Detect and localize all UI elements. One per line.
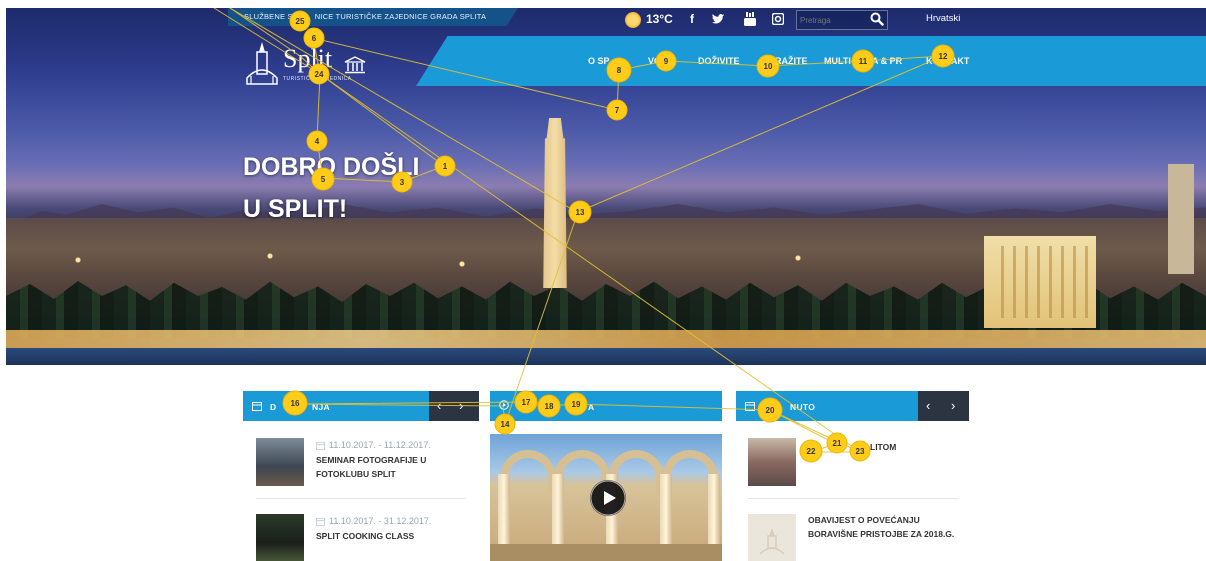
- event-title[interactable]: SEMINAR FOTOGRAFIJE U FOTOKLUBU SPLIT: [316, 453, 446, 481]
- hero-line-2: U SPLIT!: [243, 195, 348, 223]
- divider: [256, 498, 466, 499]
- news-prev-button[interactable]: ‹: [926, 398, 930, 413]
- language-selector[interactable]: Hrvatski: [926, 13, 960, 24]
- calendar-icon: [316, 517, 325, 526]
- palace-building: [984, 236, 1096, 328]
- svg-text:21: 21: [833, 439, 842, 448]
- nav-item-multimedija[interactable]: MULTI: [824, 56, 851, 66]
- news-title-end: NUTO: [790, 402, 816, 412]
- event-thumbnail[interactable]: [256, 438, 304, 486]
- youtube-icon[interactable]: [744, 12, 756, 26]
- nav-item-istrazite[interactable]: RAŽITE: [775, 56, 808, 66]
- news-title[interactable]: OBAVIJEST O POVEĆANJU BORAVIŠNE PRISTOJB…: [808, 513, 958, 541]
- hero-line-1: DOBRO DOŠLI: [243, 153, 420, 181]
- svg-text:23: 23: [856, 447, 865, 456]
- marker-21: 21: [826, 432, 848, 454]
- search-input[interactable]: [800, 12, 860, 28]
- nav-item-dozivite[interactable]: DOŽIVITE: [698, 56, 740, 66]
- events-title-end: NJA: [312, 402, 330, 412]
- site-tagline: SLUŽBENE S NICE TURISTIČKE ZAJEDNICE GRAD…: [244, 12, 486, 21]
- news-header-bar: [736, 391, 918, 421]
- weather-temperature: 13°C: [646, 12, 673, 26]
- calendar-icon: [745, 402, 755, 411]
- nav-item-vodic[interactable]: VO: [648, 56, 661, 66]
- play-circle-icon: [499, 400, 509, 410]
- events-title-start: D: [270, 402, 277, 412]
- news-next-button[interactable]: ›: [951, 398, 955, 413]
- news-thumbnail[interactable]: [748, 438, 796, 486]
- tower-building: [1168, 164, 1194, 274]
- event-date: 11.10.2017. - 11.12.2017.: [329, 440, 431, 450]
- nav-item-multimedija-tail[interactable]: A & PR: [872, 56, 902, 66]
- split-logo-icon: [759, 528, 785, 555]
- split-logo-icon[interactable]: [245, 38, 279, 88]
- hero-welcome: DOBRO DOŠLI U SPLIT!: [243, 146, 419, 230]
- events-next-button[interactable]: ›: [459, 398, 463, 413]
- calendar-icon: [316, 441, 325, 450]
- search-icon[interactable]: [870, 12, 884, 26]
- svg-text:22: 22: [807, 447, 816, 456]
- divider: [748, 498, 958, 499]
- twitter-icon[interactable]: [712, 14, 725, 25]
- courtyard-floor: [490, 544, 722, 561]
- video-title-end: A: [588, 402, 595, 412]
- events-prev-button[interactable]: ‹: [437, 398, 441, 413]
- news-thumbnail[interactable]: [748, 514, 796, 561]
- video-header-bar: [490, 391, 722, 421]
- sun-icon: [625, 12, 641, 28]
- sea: [6, 348, 1206, 365]
- event-date: 11.10.2017. - 31.12.2017.: [329, 516, 432, 526]
- tagline-part-1: SLUŽBENE S: [244, 12, 293, 21]
- marker-23: 23: [849, 440, 871, 462]
- tagline-part-2: NICE TURISTIČKE ZAJEDNICE GRADA SPLITA: [314, 12, 487, 21]
- svg-text:14: 14: [501, 420, 510, 429]
- play-button[interactable]: [590, 480, 626, 516]
- facebook-icon[interactable]: f: [690, 12, 694, 26]
- event-thumbnail[interactable]: [256, 514, 304, 561]
- nav-item-o-splitu[interactable]: O SP: [588, 56, 610, 66]
- page: SLUŽBENE S NICE TURISTIČKE ZAJEDNICE GRAD…: [0, 0, 1206, 561]
- calendar-icon: [252, 402, 262, 411]
- nav-item-kontakt[interactable]: KONTAKT: [926, 56, 969, 66]
- logo-subtitle: TURISTIČKA ZAJEDNICA: [283, 76, 352, 82]
- marker-22: 22: [799, 439, 823, 463]
- unesco-icon: [344, 56, 366, 74]
- main-nav-band: [416, 36, 1206, 86]
- instagram-icon[interactable]: [772, 13, 784, 25]
- logo-wordmark[interactable]: Split: [283, 44, 332, 74]
- news-title[interactable]: LITOM: [870, 440, 896, 454]
- event-title[interactable]: SPLIT COOKING CLASS: [316, 529, 456, 543]
